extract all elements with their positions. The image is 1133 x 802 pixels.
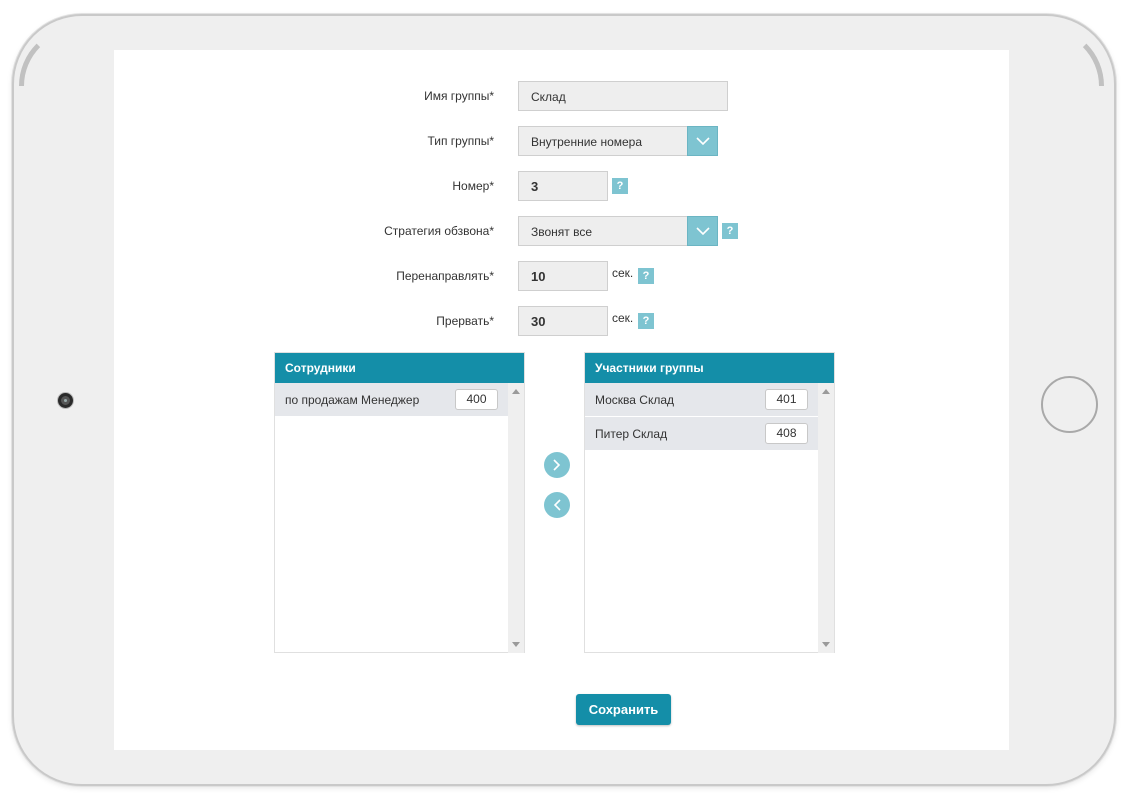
scroll-down-arrow-icon[interactable] bbox=[822, 642, 830, 647]
members-panel-title: Участники группы bbox=[585, 353, 834, 383]
members-list[interactable]: Москва Склад 401 Питер Склад 408 bbox=[585, 383, 818, 653]
group-type-label: Тип группы* bbox=[427, 134, 494, 148]
scroll-up-arrow-icon[interactable] bbox=[822, 389, 830, 394]
scroll-down-arrow-icon[interactable] bbox=[512, 642, 520, 647]
chevron-down-icon bbox=[696, 137, 710, 146]
employees-list[interactable]: по продажам Менеджер 400 bbox=[275, 383, 508, 653]
redirect-input[interactable]: 10 bbox=[518, 261, 608, 291]
move-left-button[interactable] bbox=[544, 492, 570, 518]
member-extension: 408 bbox=[765, 423, 808, 444]
number-row: Номер* 3 ? bbox=[114, 171, 1009, 201]
move-right-button[interactable] bbox=[544, 452, 570, 478]
camera-icon bbox=[58, 393, 73, 408]
abort-unit: сек. bbox=[612, 311, 634, 325]
list-item[interactable]: Москва Склад 401 bbox=[585, 383, 818, 417]
members-panel: Участники группы Москва Склад 401 Питер … bbox=[584, 352, 835, 653]
abort-help-button[interactable]: ? bbox=[638, 313, 654, 329]
abort-input[interactable]: 30 bbox=[518, 306, 608, 336]
abort-row: Прервать* 30 сек. ? bbox=[114, 306, 1009, 336]
chevron-down-icon bbox=[696, 227, 710, 236]
strategy-label: Стратегия обзвона* bbox=[384, 224, 494, 238]
abort-label: Прервать* bbox=[436, 314, 494, 328]
member-name: Питер Склад bbox=[595, 427, 668, 441]
employee-name: по продажам Менеджер bbox=[285, 393, 420, 407]
members-scrollbar[interactable] bbox=[818, 383, 834, 653]
scroll-up-arrow-icon[interactable] bbox=[512, 389, 520, 394]
group-type-row: Тип группы* Внутренние номера bbox=[114, 126, 1009, 156]
tablet-edge-highlight bbox=[1044, 26, 1104, 86]
chevron-left-icon bbox=[553, 499, 561, 511]
list-item[interactable]: по продажам Менеджер 400 bbox=[275, 383, 508, 417]
strategy-row: Стратегия обзвона* Звонят все ? bbox=[114, 216, 1009, 246]
redirect-unit: сек. bbox=[612, 266, 634, 280]
tablet-edge-highlight bbox=[19, 26, 79, 86]
employees-scrollbar[interactable] bbox=[508, 383, 524, 653]
redirect-help-button[interactable]: ? bbox=[638, 268, 654, 284]
strategy-dropdown-button[interactable] bbox=[687, 216, 718, 246]
group-name-row: Имя группы* Склад bbox=[114, 81, 1009, 111]
group-name-label: Имя группы* bbox=[424, 89, 494, 103]
group-type-dropdown-button[interactable] bbox=[687, 126, 718, 156]
group-name-input[interactable]: Склад bbox=[518, 81, 728, 111]
redirect-label: Перенаправлять* bbox=[396, 269, 494, 283]
strategy-select[interactable]: Звонят все bbox=[518, 216, 688, 246]
number-input[interactable]: 3 bbox=[518, 171, 608, 201]
member-name: Москва Склад bbox=[595, 393, 675, 407]
member-extension: 401 bbox=[765, 389, 808, 410]
strategy-help-button[interactable]: ? bbox=[722, 223, 738, 239]
employee-extension: 400 bbox=[455, 389, 498, 410]
list-item[interactable]: Питер Склад 408 bbox=[585, 417, 818, 451]
group-type-select[interactable]: Внутренние номера bbox=[518, 126, 688, 156]
home-button[interactable] bbox=[1041, 376, 1098, 433]
employees-panel: Сотрудники по продажам Менеджер 400 bbox=[274, 352, 525, 653]
number-label: Номер* bbox=[452, 179, 494, 193]
screen: Имя группы* Склад Тип группы* Внутренние… bbox=[114, 50, 1009, 750]
number-help-button[interactable]: ? bbox=[612, 178, 628, 194]
employees-panel-title: Сотрудники bbox=[275, 353, 524, 383]
redirect-row: Перенаправлять* 10 сек. ? bbox=[114, 261, 1009, 291]
save-button[interactable]: Сохранить bbox=[576, 694, 671, 725]
chevron-right-icon bbox=[553, 459, 561, 471]
